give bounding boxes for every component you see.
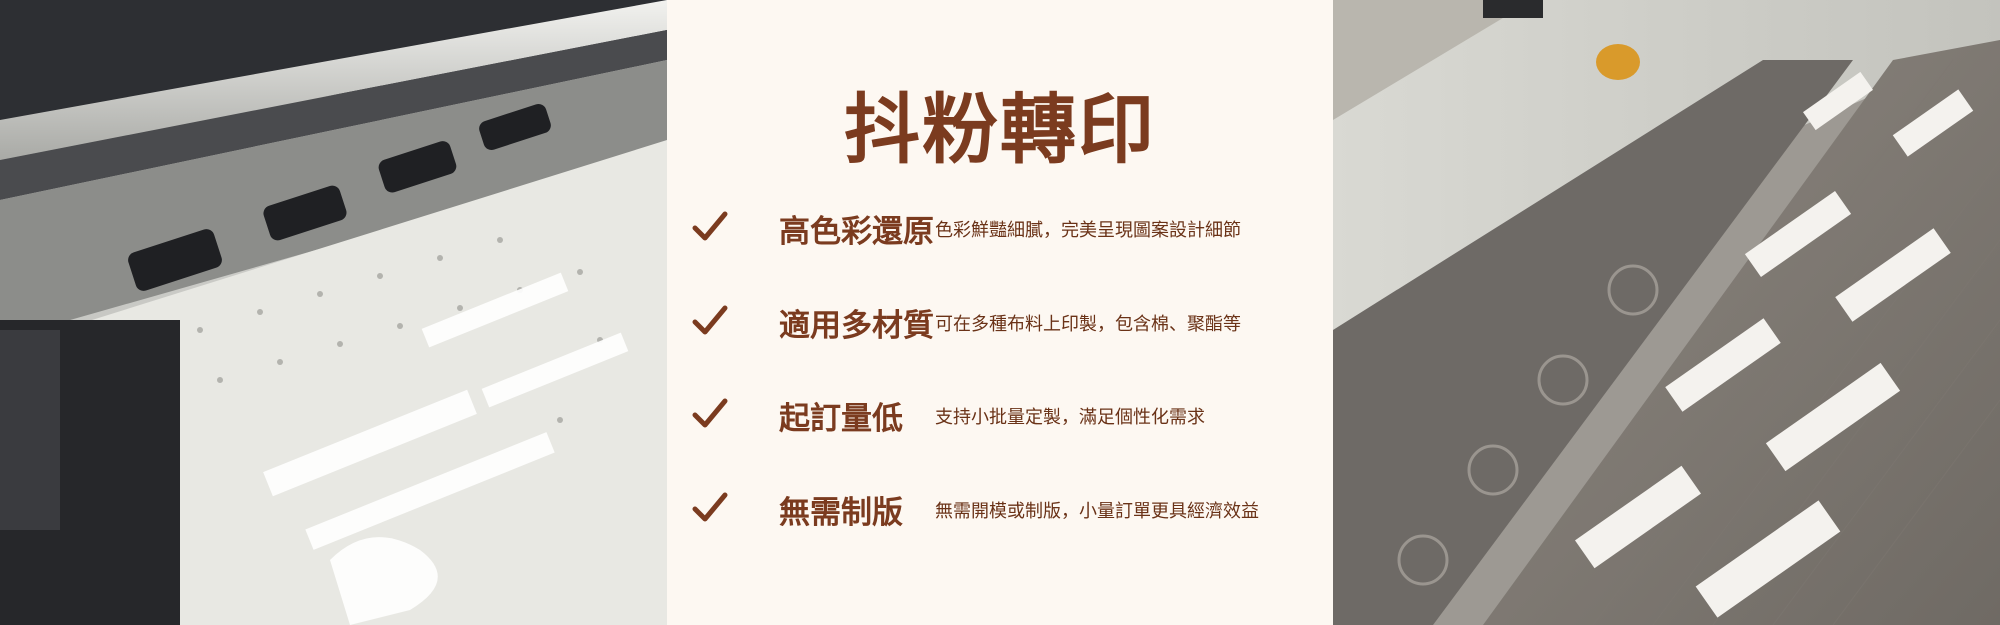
checkmark-icon (692, 398, 728, 428)
checkmark-icon (692, 305, 728, 335)
feature-description: 可在多種布料上印製，包含棉、聚酯等 (935, 314, 1241, 335)
features-panel: 抖粉轉印 高色彩還原 色彩鮮豔細膩，完美呈現圖案設計細節 適用多材質 可在多種布… (667, 0, 1333, 625)
page-title: 抖粉轉印 (844, 85, 1156, 174)
feature-description: 無需開模或制版，小量訂單更具經濟效益 (935, 501, 1259, 522)
transfer-film-photo (1333, 0, 2000, 625)
printer-illustration (0, 0, 667, 625)
feature-item: 起訂量低 支持小批量定製，滿足個性化需求 (691, 387, 1321, 447)
feature-item: 高色彩還原 色彩鮮豔細膩，完美呈現圖案設計細節 (691, 200, 1321, 260)
transfer-film-illustration (1333, 0, 2000, 625)
feature-item: 無需制版 無需開模或制版，小量訂單更具經濟效益 (691, 481, 1321, 541)
feature-title: 適用多材質 (779, 308, 934, 344)
feature-title: 無需制版 (779, 495, 903, 531)
feature-item: 適用多材質 可在多種布料上印製，包含棉、聚酯等 (691, 294, 1321, 354)
feature-title: 起訂量低 (779, 401, 903, 437)
printer-photo (0, 0, 667, 625)
checkmark-icon (692, 211, 728, 241)
feature-title: 高色彩還原 (779, 214, 934, 250)
feature-description: 色彩鮮豔細膩，完美呈現圖案設計細節 (935, 220, 1241, 241)
checkmark-icon (692, 492, 728, 522)
feature-description: 支持小批量定製，滿足個性化需求 (935, 407, 1205, 428)
